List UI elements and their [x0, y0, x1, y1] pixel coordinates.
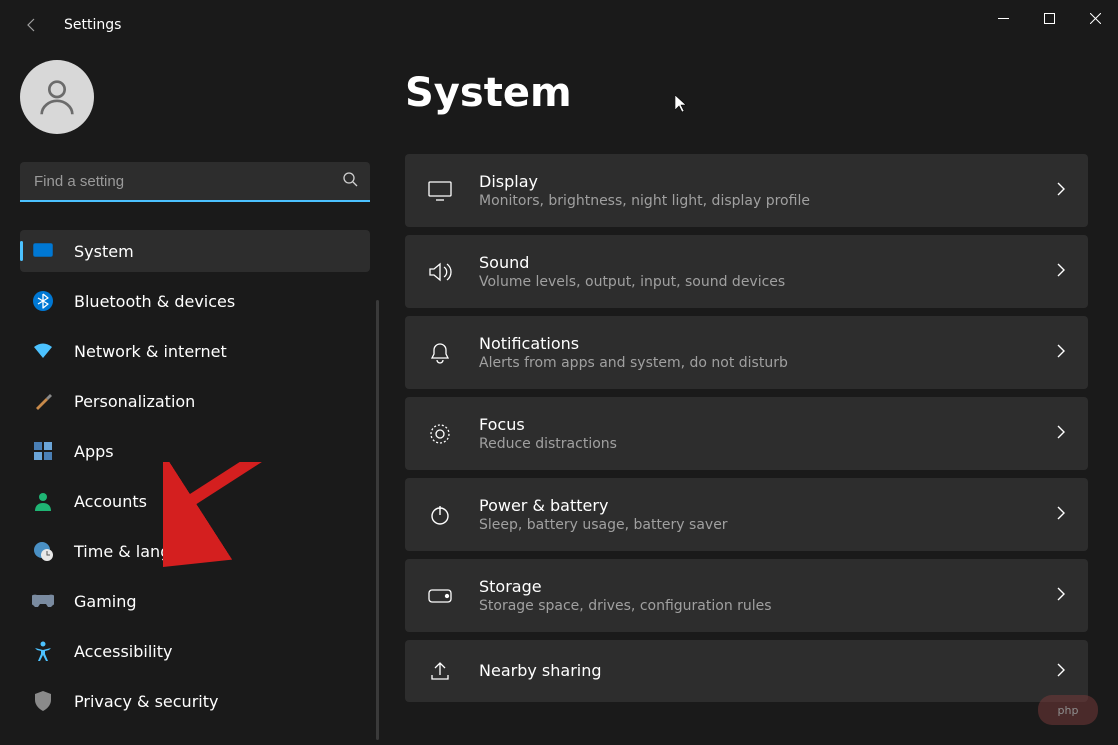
card-title: Power & battery: [479, 496, 1056, 515]
card-title: Focus: [479, 415, 1056, 434]
card-title: Sound: [479, 253, 1056, 272]
nav-list: System Bluetooth & devices Network & int…: [20, 230, 370, 722]
sidebar-item-label: Apps: [74, 442, 114, 461]
chevron-right-icon: [1056, 505, 1066, 524]
card-desc: Sleep, battery usage, battery saver: [479, 517, 1056, 533]
sidebar-item-label: Privacy & security: [74, 692, 218, 711]
search-box[interactable]: [20, 162, 370, 202]
window-title: Settings: [64, 17, 121, 33]
search-input[interactable]: [20, 162, 370, 200]
chevron-right-icon: [1056, 262, 1066, 281]
maximize-icon: [1044, 13, 1055, 24]
card-desc: Reduce distractions: [479, 436, 1056, 452]
sidebar-item-gaming[interactable]: Gaming: [20, 580, 370, 622]
sidebar-item-personalization[interactable]: Personalization: [20, 380, 370, 422]
chevron-right-icon: [1056, 586, 1066, 605]
setting-notifications[interactable]: Notifications Alerts from apps and syste…: [405, 316, 1088, 389]
sidebar-item-label: Network & internet: [74, 342, 227, 361]
sidebar-item-accessibility[interactable]: Accessibility: [20, 630, 370, 672]
brush-icon: [32, 390, 54, 412]
avatar[interactable]: [20, 60, 94, 134]
settings-list: Display Monitors, brightness, night ligh…: [405, 154, 1088, 702]
sidebar-item-label: Accounts: [74, 492, 147, 511]
chevron-right-icon: [1056, 181, 1066, 200]
sidebar-item-apps[interactable]: Apps: [20, 430, 370, 472]
setting-sound[interactable]: Sound Volume levels, output, input, soun…: [405, 235, 1088, 308]
card-title: Notifications: [479, 334, 1056, 353]
chevron-right-icon: [1056, 343, 1066, 362]
watermark: php: [1038, 695, 1098, 725]
sidebar-item-accounts[interactable]: Accounts: [20, 480, 370, 522]
back-button[interactable]: [20, 13, 44, 37]
wifi-icon: [32, 340, 54, 362]
storage-icon: [427, 583, 453, 609]
minimize-icon: [998, 13, 1009, 24]
shield-icon: [32, 690, 54, 712]
setting-nearby-sharing[interactable]: Nearby sharing: [405, 640, 1088, 702]
arrow-left-icon: [24, 17, 40, 33]
setting-focus[interactable]: Focus Reduce distractions: [405, 397, 1088, 470]
card-desc: Alerts from apps and system, do not dist…: [479, 355, 1056, 371]
gamepad-icon: [32, 590, 54, 612]
person-icon: [32, 490, 54, 512]
globe-clock-icon: [32, 540, 54, 562]
chevron-right-icon: [1056, 662, 1066, 681]
maximize-button[interactable]: [1026, 0, 1072, 36]
sidebar-item-network[interactable]: Network & internet: [20, 330, 370, 372]
search-icon: [342, 171, 358, 191]
sidebar-item-label: Gaming: [74, 592, 137, 611]
card-title: Display: [479, 172, 1056, 191]
display-icon: [427, 178, 453, 204]
sidebar-item-system[interactable]: System: [20, 230, 370, 272]
sidebar-item-bluetooth[interactable]: Bluetooth & devices: [20, 280, 370, 322]
share-icon: [427, 658, 453, 684]
close-button[interactable]: [1072, 0, 1118, 36]
sidebar-item-label: System: [74, 242, 134, 261]
person-icon: [34, 74, 80, 120]
sidebar-item-label: Time & language: [74, 542, 210, 561]
sidebar-item-time-language[interactable]: Time & language: [20, 530, 370, 572]
power-icon: [427, 502, 453, 528]
card-desc: Storage space, drives, configuration rul…: [479, 598, 1056, 614]
card-title: Nearby sharing: [479, 661, 1056, 680]
page-title: System: [405, 70, 1088, 116]
sidebar-item-label: Personalization: [74, 392, 195, 411]
bell-icon: [427, 340, 453, 366]
chevron-right-icon: [1056, 424, 1066, 443]
card-desc: Volume levels, output, input, sound devi…: [479, 274, 1056, 290]
minimize-button[interactable]: [980, 0, 1026, 36]
accessibility-icon: [32, 640, 54, 662]
card-title: Storage: [479, 577, 1056, 596]
sidebar-item-privacy[interactable]: Privacy & security: [20, 680, 370, 722]
setting-storage[interactable]: Storage Storage space, drives, configura…: [405, 559, 1088, 632]
card-desc: Monitors, brightness, night light, displ…: [479, 193, 1056, 209]
focus-icon: [427, 421, 453, 447]
setting-display[interactable]: Display Monitors, brightness, night ligh…: [405, 154, 1088, 227]
scrollbar[interactable]: [376, 300, 379, 740]
sidebar: System Bluetooth & devices Network & int…: [0, 50, 385, 745]
apps-icon: [32, 440, 54, 462]
sound-icon: [427, 259, 453, 285]
sidebar-item-label: Accessibility: [74, 642, 172, 661]
sidebar-item-label: Bluetooth & devices: [74, 292, 235, 311]
bluetooth-icon: [32, 290, 54, 312]
close-icon: [1090, 13, 1101, 24]
content: System Display Monitors, brightness, nig…: [385, 50, 1118, 745]
titlebar: Settings: [0, 0, 1118, 50]
setting-power[interactable]: Power & battery Sleep, battery usage, ba…: [405, 478, 1088, 551]
system-icon: [32, 240, 54, 262]
window-controls: [980, 0, 1118, 40]
